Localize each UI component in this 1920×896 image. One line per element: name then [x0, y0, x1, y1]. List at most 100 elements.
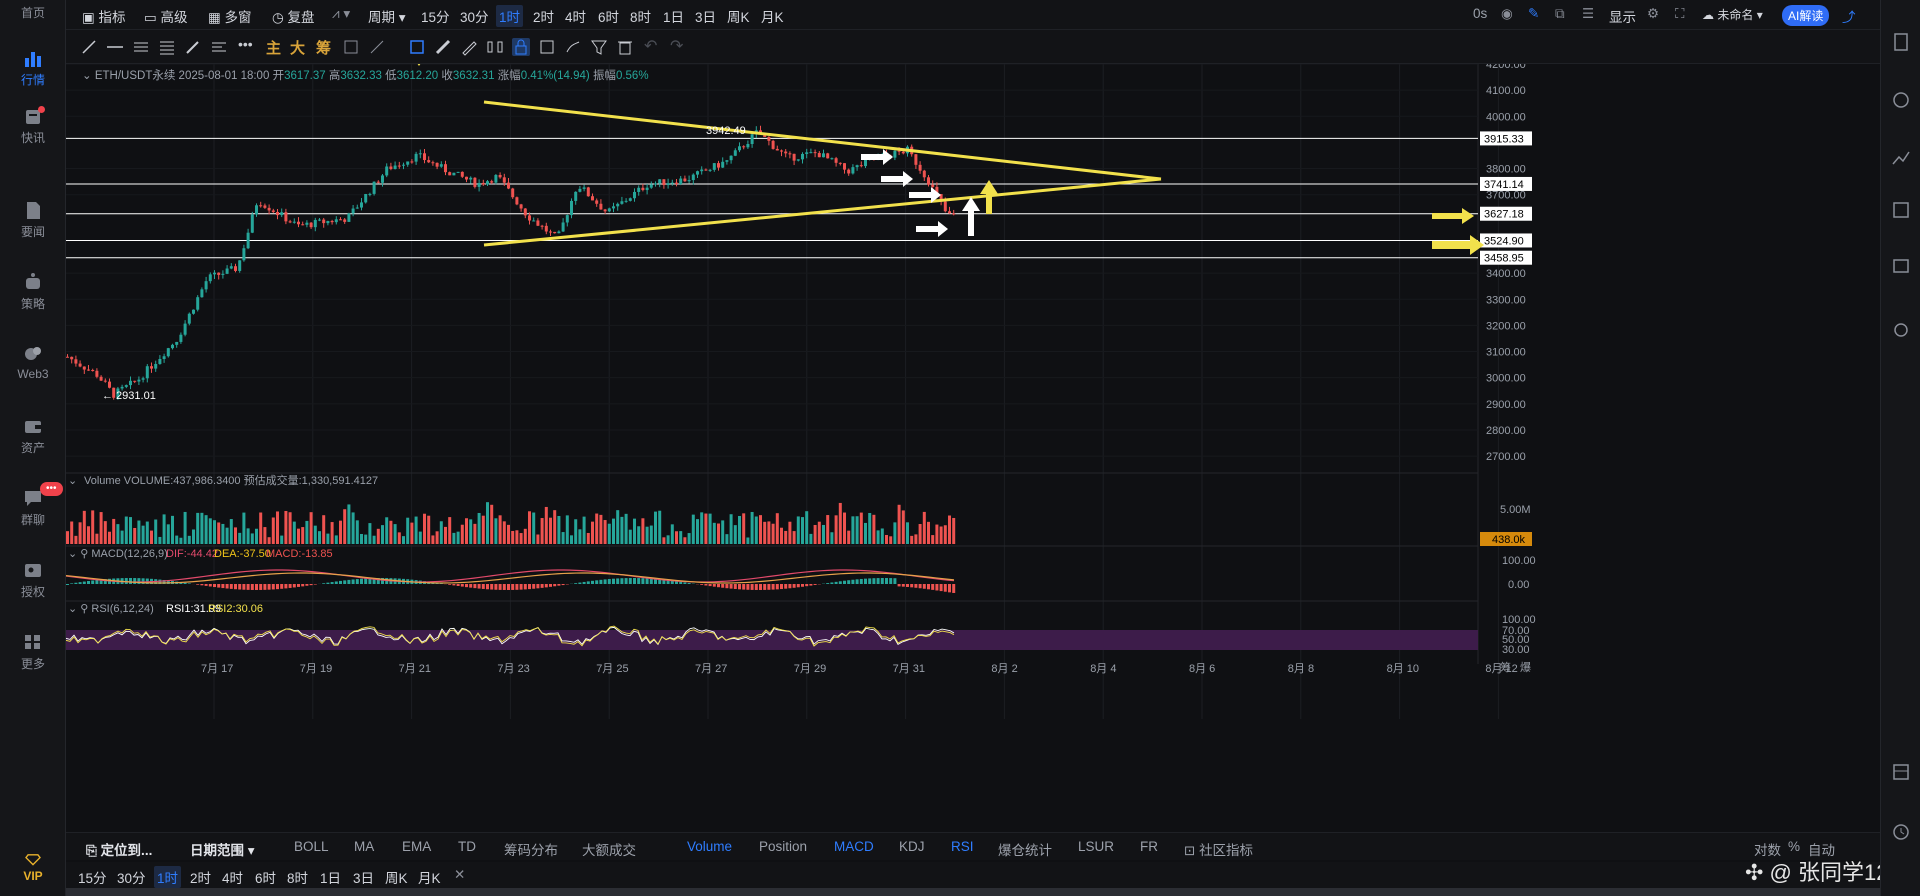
brush-tool-icon[interactable] [184, 38, 202, 56]
popout-icon[interactable]: ⧉ [1555, 6, 1565, 22]
ind-rsi[interactable]: RSI [951, 839, 974, 854]
ind-position[interactable]: Position [759, 839, 807, 854]
note-icon[interactable] [538, 38, 556, 56]
layout-icon[interactable] [1891, 762, 1911, 782]
tf-1d[interactable]: 1日 [663, 6, 684, 26]
btf-week[interactable]: 周K [385, 867, 408, 887]
document-icon[interactable] [1891, 32, 1911, 52]
trash-icon[interactable] [616, 38, 634, 56]
trend-icon[interactable] [1891, 148, 1911, 168]
measure-icon[interactable] [368, 38, 386, 56]
ind-macd[interactable]: MACD [834, 839, 874, 854]
replay-button[interactable]: ◷ 复盘 [272, 6, 315, 26]
display-button[interactable]: 显示 [1609, 6, 1636, 26]
locate-button[interactable]: ⎘ 定位到... [86, 839, 152, 859]
btf-6h[interactable]: 6时 [255, 867, 276, 887]
camera-icon[interactable]: ◉ [1501, 6, 1513, 22]
advanced-button[interactable]: ▭ 高级 [144, 6, 188, 26]
pen-icon[interactable]: ✎ [1528, 6, 1539, 22]
large-order-tag[interactable]: 大 [290, 37, 305, 58]
ai-analyze-button[interactable]: AI解读 [1782, 5, 1830, 26]
btf-8h[interactable]: 8时 [287, 867, 308, 887]
tf-2h[interactable]: 2时 [533, 6, 554, 26]
trendline-tool-icon[interactable] [80, 38, 98, 56]
ind-td[interactable]: TD [458, 839, 476, 854]
bottom-drag-handle[interactable] [66, 888, 1880, 896]
filter-icon[interactable] [590, 38, 608, 56]
fullscreen-icon[interactable]: ⛶ [1675, 6, 1684, 22]
edit-pen-icon[interactable] [460, 38, 478, 56]
tf-15m[interactable]: 15分 [421, 6, 450, 26]
btf-4h[interactable]: 4时 [222, 867, 243, 887]
close-timeframes-icon[interactable]: ✕ [454, 867, 465, 883]
select-tool-icon[interactable] [408, 38, 426, 56]
btf-1d[interactable]: 1日 [320, 867, 341, 887]
tf-30m[interactable]: 30分 [460, 6, 489, 26]
multi-window-button[interactable]: ▦ 多窗 [208, 6, 252, 26]
ind-kdj[interactable]: KDJ [899, 839, 925, 854]
price-chart[interactable]: 7月 17 7月 19 7月 21 7月 23 7月 25 7月 27 7月 29 7月 31… [66, 64, 1880, 828]
community-indicators[interactable]: ⊡ 社区指标 [1184, 839, 1253, 859]
share-icon[interactable]: ⤴ [1842, 6, 1856, 26]
btf-1h[interactable]: 1时 [154, 866, 182, 888]
undo-icon[interactable]: ↶ [644, 36, 662, 55]
sidebar-item-strategy[interactable]: 策略 [0, 272, 66, 312]
panel-icon[interactable] [1891, 200, 1911, 220]
link-icon[interactable] [1891, 320, 1911, 340]
btf-month[interactable]: 月K [418, 867, 441, 887]
tf-8h[interactable]: 8时 [630, 6, 651, 26]
coin-icon[interactable] [1891, 90, 1911, 110]
tf-week[interactable]: 周K [727, 6, 750, 26]
ind-volume[interactable]: Volume [687, 839, 732, 854]
ind-lsur[interactable]: LSUR [1078, 839, 1114, 854]
collapse-icon[interactable]: ⌄ [82, 70, 92, 82]
pattern-tool-icon[interactable] [210, 38, 228, 56]
main-chart-tag[interactable]: 主 [266, 37, 281, 58]
lock-icon[interactable] [512, 38, 530, 56]
sidebar-item-chat[interactable]: 群聊 ••• [0, 482, 66, 528]
magnet-icon[interactable] [342, 38, 360, 56]
redo-icon[interactable]: ↷ [670, 36, 688, 55]
list-icon[interactable]: ☰ [1582, 6, 1594, 22]
chip-tag[interactable]: 筹 [316, 37, 331, 58]
ind-chip-distribution[interactable]: 筹码分布 [504, 839, 558, 859]
sidebar-item-assets[interactable]: 资产 [0, 416, 66, 456]
parallel-channel-tool-icon[interactable] [132, 38, 150, 56]
btf-3d[interactable]: 3日 [353, 867, 374, 887]
btf-2h[interactable]: 2时 [190, 867, 211, 887]
fib-tool-icon[interactable] [158, 38, 176, 56]
tf-month[interactable]: 月K [761, 6, 784, 26]
btf-30m[interactable]: 30分 [117, 867, 146, 887]
tf-4h[interactable]: 4时 [565, 6, 586, 26]
period-dropdown[interactable]: 周期 ▾ [368, 6, 406, 26]
more-tools-icon[interactable]: ••• [238, 36, 256, 54]
layout-dropdown[interactable]: ☁ 未命名 ▾ [1702, 6, 1763, 23]
book-icon[interactable] [1891, 256, 1911, 276]
sidebar-item-home[interactable]: 首页 [0, 4, 66, 21]
brush-stroke-icon[interactable] [564, 38, 582, 56]
ind-fr[interactable]: FR [1140, 839, 1158, 854]
bars-pattern-icon[interactable] [486, 38, 504, 56]
indicator-button[interactable]: ▣ 指标 [82, 6, 126, 26]
sidebar-item-authorize[interactable]: 授权 [0, 560, 66, 600]
tf-1h[interactable]: 1时 [496, 5, 524, 27]
settings-icon[interactable]: ⚙ [1647, 6, 1659, 22]
ind-ma[interactable]: MA [354, 839, 374, 854]
ind-large-trades[interactable]: 大额成交 [582, 839, 636, 859]
history-icon[interactable] [1891, 822, 1911, 842]
tf-3d[interactable]: 3日 [695, 6, 716, 26]
sidebar-item-more[interactable]: 更多 [0, 632, 66, 672]
ruler-icon[interactable] [434, 38, 452, 56]
tf-6h[interactable]: 6时 [598, 6, 619, 26]
vip-button[interactable]: VIP [0, 852, 66, 883]
sidebar-item-market[interactable]: 行情 [0, 48, 66, 88]
sidebar-item-web3[interactable]: Web3 [0, 344, 66, 381]
ind-liquidation[interactable]: 爆仓统计 [998, 839, 1052, 859]
chart-type-dropdown[interactable]: ⩘ ▾ [332, 6, 350, 22]
horizontal-line-tool-icon[interactable] [106, 38, 124, 56]
date-range-dropdown[interactable]: 日期范围 ▾ [190, 839, 255, 859]
ind-ema[interactable]: EMA [402, 839, 431, 854]
ind-boll[interactable]: BOLL [294, 839, 329, 854]
btf-15m[interactable]: 15分 [78, 867, 107, 887]
sidebar-item-news[interactable]: 要闻 [0, 200, 66, 240]
